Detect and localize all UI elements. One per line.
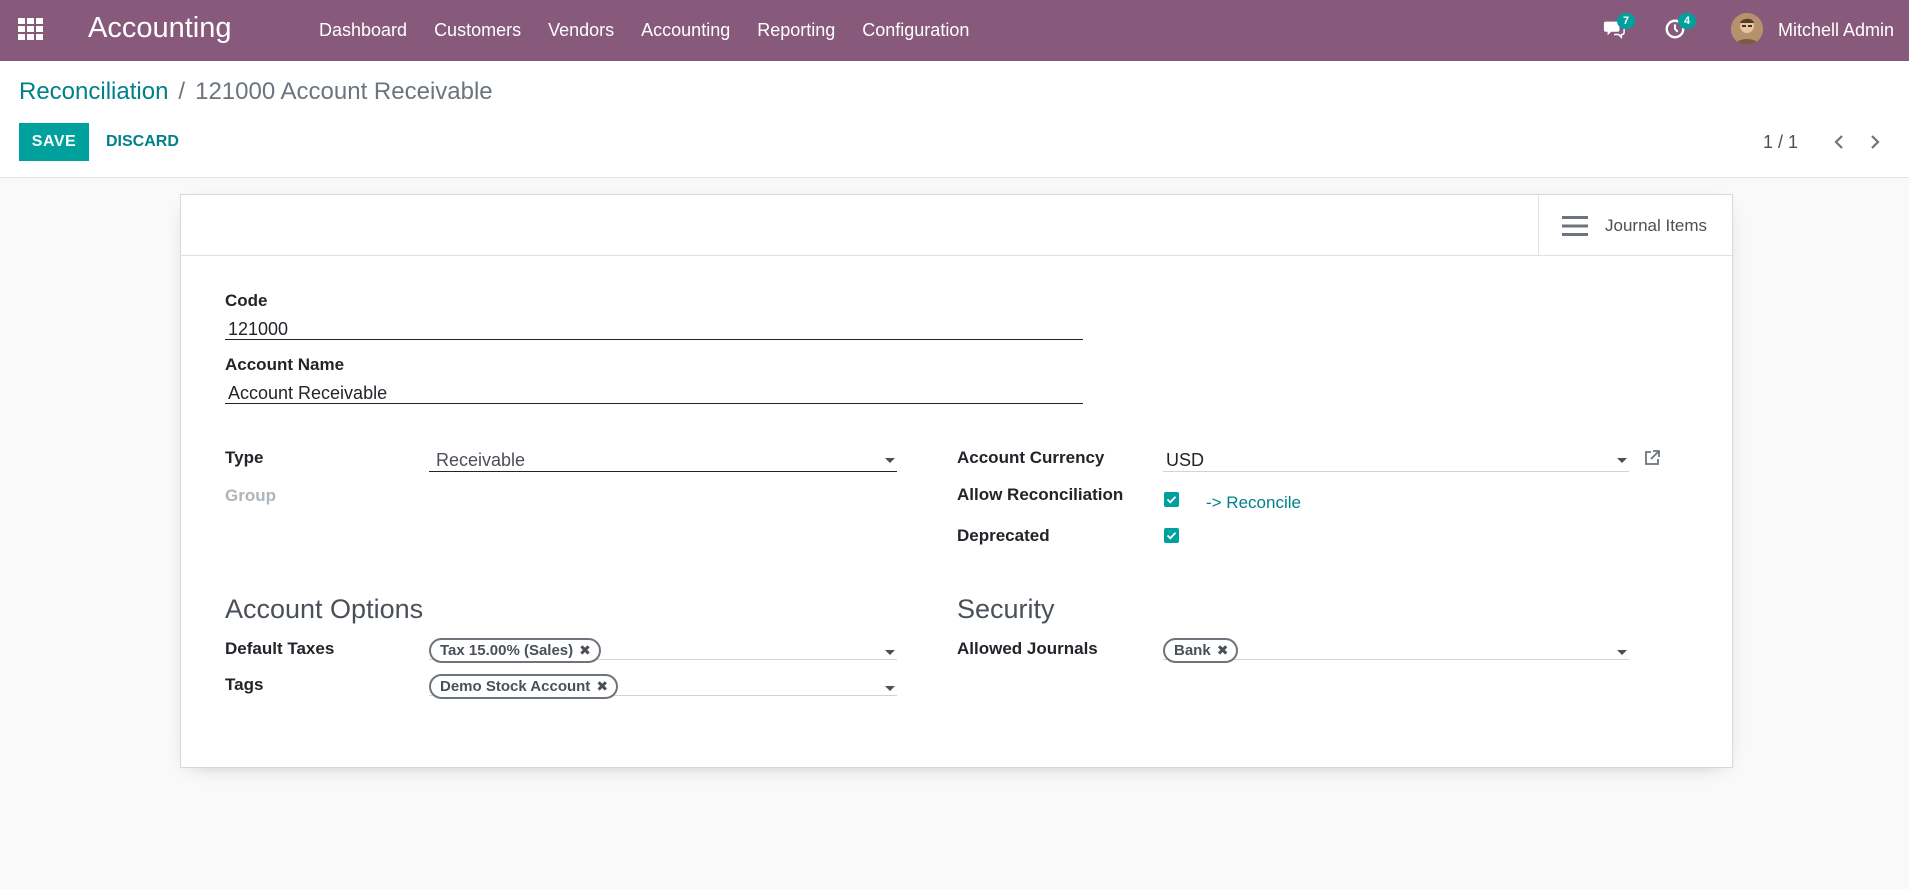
type-dropdown-caret-icon <box>885 458 895 463</box>
type-label: Type <box>225 448 264 467</box>
breadcrumb: Reconciliation / 121000 Account Receivab… <box>19 78 493 106</box>
default-taxes-tag-label: Tax 15.00% (Sales) <box>440 642 574 659</box>
tags-label: Tags <box>225 675 264 694</box>
group-label: Group <box>225 486 276 505</box>
tags-tag: Demo Stock Account ✖ <box>429 674 619 699</box>
code-label: Code <box>225 291 268 310</box>
menu-reporting[interactable]: Reporting <box>757 20 835 41</box>
user-menu[interactable]: Mitchell Admin <box>1778 20 1894 41</box>
user-avatar[interactable] <box>1731 13 1763 45</box>
journal-items-button[interactable]: Journal Items <box>1538 195 1732 256</box>
remove-tag-icon[interactable]: ✖ <box>579 642 591 659</box>
allow-reconciliation-label: Allow Reconciliation <box>957 485 1124 504</box>
type-value: Receivable <box>436 450 526 470</box>
security-title: Security <box>957 594 1055 624</box>
tags-caret-icon <box>885 686 895 691</box>
discard-button[interactable]: DISCARD <box>106 123 179 161</box>
breadcrumb-reconciliation-link[interactable]: Reconciliation <box>19 78 168 106</box>
currency-dropdown-caret-icon <box>1617 458 1627 463</box>
tags-tag-label: Demo Stock Account <box>440 678 591 695</box>
form-sheet: Journal Items Code 121000 Account Name A… <box>180 194 1733 768</box>
menu-customers[interactable]: Customers <box>434 20 521 41</box>
menu-dashboard[interactable]: Dashboard <box>319 20 407 41</box>
default-taxes-tag: Tax 15.00% (Sales) ✖ <box>429 638 601 663</box>
menu-accounting[interactable]: Accounting <box>641 20 730 41</box>
control-panel: Reconciliation / 121000 Account Receivab… <box>0 61 1909 178</box>
activities-count-badge: 4 <box>1678 13 1697 29</box>
remove-tag-icon[interactable]: ✖ <box>1217 642 1229 659</box>
code-value: 121000 <box>228 319 289 339</box>
default-taxes-caret-icon <box>885 650 895 655</box>
pager-value[interactable]: 1 / 1 <box>1763 132 1798 153</box>
pager-previous-icon[interactable] <box>1828 131 1850 153</box>
deprecated-checkbox[interactable] <box>1164 528 1179 543</box>
messages-icon[interactable]: 7 <box>1603 13 1636 42</box>
list-bars-icon <box>1562 215 1588 237</box>
top-navbar: Accounting Dashboard Customers Vendors A… <box>0 0 1909 61</box>
account-currency-select[interactable] <box>1163 447 1629 472</box>
reconcile-button[interactable]: -> Reconcile <box>1206 493 1301 513</box>
account-currency-label: Account Currency <box>957 448 1105 467</box>
account-options-title: Account Options <box>225 594 424 624</box>
journal-items-label: Journal Items <box>1605 215 1708 235</box>
account-currency-value: USD <box>1166 450 1205 470</box>
code-field[interactable] <box>225 315 1083 340</box>
allowed-journals-tag: Bank ✖ <box>1163 638 1239 663</box>
apps-menu-icon[interactable] <box>18 18 44 40</box>
pager-next-icon[interactable] <box>1864 131 1886 153</box>
external-link-icon[interactable] <box>1643 449 1661 467</box>
allowed-journals-tag-label: Bank <box>1174 642 1211 659</box>
deprecated-label: Deprecated <box>957 526 1050 545</box>
messages-count-badge: 7 <box>1617 13 1636 29</box>
remove-tag-icon[interactable]: ✖ <box>596 678 608 695</box>
app-title[interactable]: Accounting <box>88 12 232 45</box>
activities-clock-icon[interactable]: 4 <box>1664 13 1697 42</box>
allowed-journals-label: Allowed Journals <box>957 639 1098 658</box>
menu-vendors[interactable]: Vendors <box>548 20 614 41</box>
default-taxes-label: Default Taxes <box>225 639 335 658</box>
allow-reconciliation-checkbox[interactable] <box>1164 492 1179 507</box>
allowed-journals-caret-icon <box>1617 650 1627 655</box>
save-button[interactable]: SAVE <box>19 123 89 161</box>
menu-configuration[interactable]: Configuration <box>862 20 969 41</box>
breadcrumb-current: 121000 Account Receivable <box>195 78 493 105</box>
breadcrumb-separator: / <box>178 78 186 105</box>
button-box: Journal Items <box>181 195 1732 256</box>
account-name-value: Account Receivable <box>228 383 388 403</box>
account-name-label: Account Name <box>225 355 345 374</box>
main-menu: Dashboard Customers Vendors Accounting R… <box>319 0 996 61</box>
